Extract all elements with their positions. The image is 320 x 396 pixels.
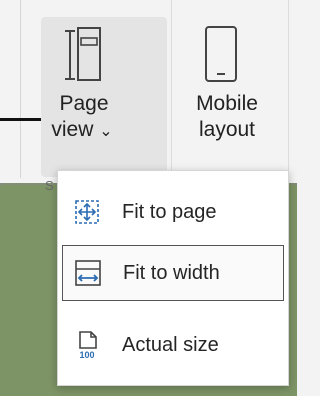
actual-size-icon-text: 100 <box>79 350 94 360</box>
menu-item-fit-to-width[interactable]: Fit to width <box>62 245 284 301</box>
menu-item-actual-size[interactable]: 100 Actual size <box>62 317 284 373</box>
mobile-phone-icon <box>205 26 237 82</box>
ribbon-separator <box>20 0 21 178</box>
page-view-label-line2: view ⌄ <box>51 118 113 141</box>
ribbon-separator <box>171 0 172 178</box>
menu-item-fit-to-page[interactable]: Fit to page <box>62 184 284 240</box>
chevron-down-icon: ⌄ <box>99 123 113 140</box>
group-label: S <box>45 178 54 193</box>
menu-item-label: Actual size <box>122 333 219 356</box>
fit-to-page-icon <box>75 200 99 224</box>
fit-to-width-icon <box>75 260 101 286</box>
menu-item-label: Fit to width <box>123 261 220 284</box>
ribbon: Page view ⌄ Mobile layout <box>0 0 297 178</box>
mobile-layout-button[interactable]: Mobile layout <box>176 17 282 177</box>
page-view-menu: Fit to page Fit to width 100 Actual size <box>57 170 289 386</box>
page-view-icon <box>65 27 101 81</box>
mobile-layout-label-line2: layout <box>198 118 256 141</box>
actual-size-icon: 100 <box>79 331 97 360</box>
page-view-button[interactable]: Page view ⌄ <box>41 17 167 177</box>
ribbon-separator <box>288 0 289 178</box>
page-view-label-line1: Page <box>59 92 109 115</box>
menu-item-label: Fit to page <box>122 200 217 223</box>
mobile-layout-label-line1: Mobile <box>196 92 258 115</box>
